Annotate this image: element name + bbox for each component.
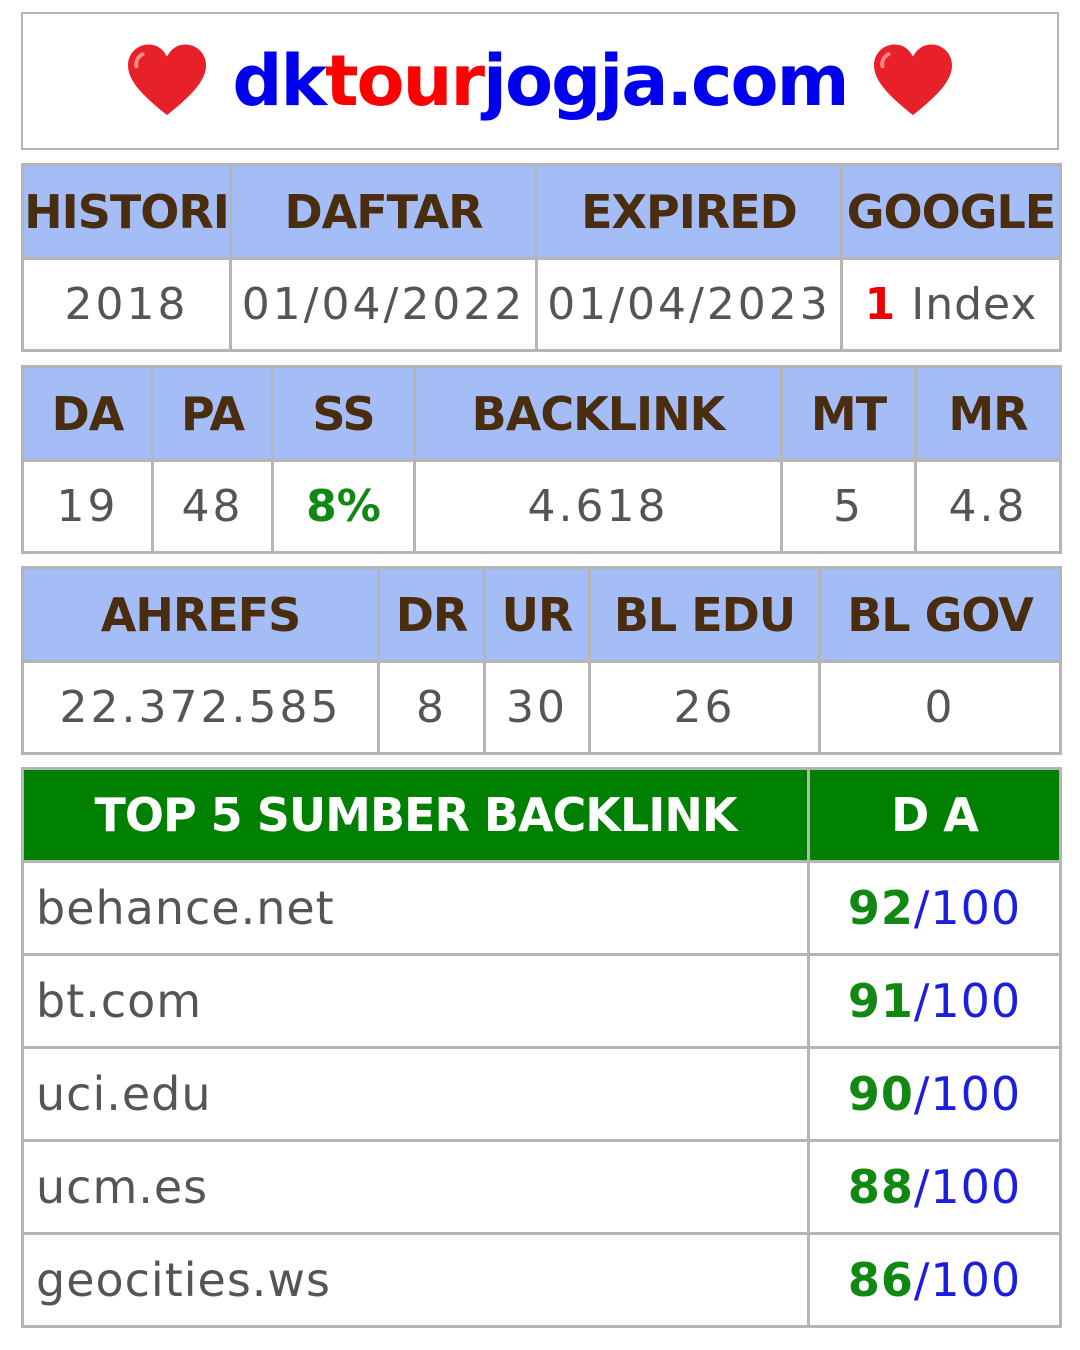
table-row: bt.com 91/100 — [21, 953, 1062, 1049]
source-site: uci.edu — [21, 1046, 810, 1142]
value-dr: 8 — [377, 660, 486, 755]
value-bl-edu: 26 — [588, 660, 821, 755]
source-site: ucm.es — [21, 1139, 810, 1235]
header-histori: HISTORI — [21, 163, 232, 260]
source-da: 88/100 — [807, 1139, 1062, 1235]
value-bl-gov: 0 — [818, 660, 1062, 755]
header-da: DA — [21, 365, 154, 462]
table-row: 22.372.585 8 30 26 0 — [21, 660, 1062, 755]
source-da: 90/100 — [807, 1046, 1062, 1142]
source-da: 91/100 — [807, 953, 1062, 1049]
value-mr: 4.8 — [914, 459, 1062, 554]
table-row: ucm.es 88/100 — [21, 1139, 1062, 1235]
table-row: uci.edu 90/100 — [21, 1046, 1062, 1142]
source-da: 92/100 — [807, 860, 1062, 956]
source-da-value: 90 — [847, 1067, 914, 1121]
google-index-label: Index — [911, 279, 1038, 330]
site-domain: dktourjogja.com — [232, 40, 850, 122]
header-google: GOOGLE — [840, 163, 1062, 260]
source-da-value: 92 — [847, 881, 914, 935]
source-da-max: /100 — [913, 1160, 1022, 1214]
table-row: 2018 01/04/2022 01/04/2023 1 Index — [21, 257, 1062, 352]
domain-part-dk: dk — [232, 40, 327, 122]
source-site: geocities.ws — [21, 1232, 810, 1328]
table-row: 19 48 8% 4.618 5 4.8 — [21, 459, 1062, 554]
value-mt: 5 — [780, 459, 917, 554]
value-daftar: 01/04/2022 — [229, 257, 538, 352]
header-backlink: BACKLINK — [413, 365, 783, 462]
header-expired: EXPIRED — [535, 163, 843, 260]
header-mt: MT — [780, 365, 917, 462]
header-dr: DR — [377, 566, 486, 663]
header-bl-gov: BL GOV — [818, 566, 1062, 663]
value-backlink: 4.618 — [413, 459, 783, 554]
table-row: behance.net 92/100 — [21, 860, 1062, 956]
value-google: 1 Index — [840, 257, 1062, 352]
table-header-row: TOP 5 SUMBER BACKLINK D A — [21, 767, 1062, 863]
header-pa: PA — [151, 365, 274, 462]
header-bl-edu: BL EDU — [588, 566, 821, 663]
source-site: behance.net — [21, 860, 810, 956]
source-da-value: 86 — [847, 1253, 914, 1307]
source-site: bt.com — [21, 953, 810, 1049]
source-da-value: 88 — [847, 1160, 914, 1214]
moz-metrics-table: DA PA SS BACKLINK MT MR 19 48 8% 4.618 5… — [21, 365, 1062, 554]
value-pa: 48 — [151, 459, 274, 554]
source-da-max: /100 — [913, 1253, 1022, 1307]
source-da-max: /100 — [913, 1067, 1022, 1121]
table-header-row: AHREFS DR UR BL EDU BL GOV — [21, 566, 1062, 663]
source-da-max: /100 — [913, 974, 1022, 1028]
value-ahrefs: 22.372.585 — [21, 660, 380, 755]
header-mr: MR — [914, 365, 1062, 462]
value-expired: 01/04/2023 — [535, 257, 843, 352]
heart-icon — [873, 44, 952, 116]
value-ss: 8% — [271, 459, 416, 554]
header-top-sources: TOP 5 SUMBER BACKLINK — [21, 767, 810, 863]
ahrefs-metrics-table: AHREFS DR UR BL EDU BL GOV 22.372.585 8 … — [21, 566, 1062, 755]
header-daftar: DAFTAR — [229, 163, 538, 260]
source-da-value: 91 — [847, 974, 914, 1028]
domain-part-jogja: jogja.com — [483, 40, 850, 122]
table-header-row: DA PA SS BACKLINK MT MR — [21, 365, 1062, 462]
domain-part-tour: tour — [325, 40, 485, 122]
source-da-max: /100 — [913, 881, 1022, 935]
header-ss: SS — [271, 365, 416, 462]
domain-dates-table: HISTORI DAFTAR EXPIRED GOOGLE 2018 01/04… — [21, 163, 1062, 352]
google-index-count: 1 — [864, 279, 897, 330]
value-histori: 2018 — [21, 257, 232, 352]
top-backlink-sources-table: TOP 5 SUMBER BACKLINK D A behance.net 92… — [21, 767, 1062, 1328]
table-row: geocities.ws 86/100 — [21, 1232, 1062, 1328]
header-da-score: D A — [807, 767, 1062, 863]
source-da: 86/100 — [807, 1232, 1062, 1328]
heart-icon — [128, 44, 207, 116]
header-ahrefs: AHREFS — [21, 566, 380, 663]
table-header-row: HISTORI DAFTAR EXPIRED GOOGLE — [21, 163, 1062, 260]
site-title-box: dktourjogja.com — [21, 12, 1059, 150]
value-da: 19 — [21, 459, 154, 554]
header-ur: UR — [483, 566, 591, 663]
value-ur: 30 — [483, 660, 591, 755]
